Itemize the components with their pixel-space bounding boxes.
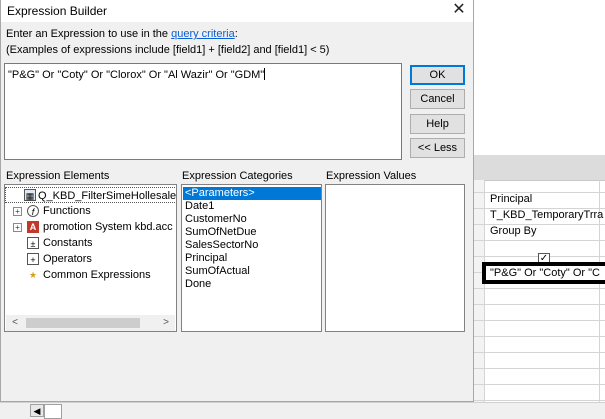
cancel-button[interactable]: Cancel [410,89,465,109]
close-icon[interactable]: ✕ [447,0,471,22]
dialog-title: Expression Builder [7,4,108,18]
category-item[interactable]: SumOfNetDue [185,226,257,239]
scroll-thumb[interactable] [44,404,62,419]
instruction-suffix: : [234,28,238,40]
constants-icon: ± [27,237,39,249]
category-item[interactable]: <Parameters> [183,187,321,200]
expression-values-list[interactable] [325,184,465,332]
category-item[interactable]: Date1 [185,200,214,213]
operators-icon: + [27,253,39,265]
tree-item-label: Functions [43,205,91,217]
tree-item-label: Constants [43,237,93,249]
elements-horizontal-scrollbar[interactable]: < > [6,315,175,331]
query-icon: ▦ [24,189,36,201]
expression-input[interactable]: "P&G" Or "Coty" Or "Clorox" Or "Al Wazir… [4,63,402,160]
category-item[interactable]: Principal [185,252,227,265]
tree-item-label: promotion System kbd.acc [43,221,173,233]
common-expressions-icon: ★ [28,270,38,280]
scroll-right-icon[interactable]: > [160,317,172,329]
less-button[interactable]: << Less [410,138,465,158]
scroll-left-icon[interactable]: ◀ [30,404,44,417]
ok-button[interactable]: OK [410,65,465,85]
expand-icon[interactable]: + [13,207,22,216]
text-caret [264,68,266,80]
tree-item-label: Operators [43,253,92,265]
expression-builder-dialog: Expression Builder ✕ Enter an Expression… [0,0,474,402]
examples-text: (Examples of expressions include [field1… [6,44,330,56]
expand-icon[interactable]: + [13,223,22,232]
expression-text: "P&G" Or "Coty" Or "Clorox" Or "Al Wazir… [8,69,265,81]
grid-total-cell[interactable]: Group By [490,225,536,237]
instruction-text: Enter an Expression to use in the query … [6,28,238,40]
category-item[interactable]: CustomerNo [185,213,247,226]
expression-categories-list[interactable]: <Parameters> Date1 CustomerNo SumOfNetDu… [181,184,322,332]
help-button[interactable]: Help [410,114,465,134]
category-item[interactable]: SalesSectorNo [185,239,258,252]
category-item[interactable]: SumOfActual [185,265,250,278]
expression-elements-tree[interactable]: ▦ Q_KBD_FilterSimeHollesale + f Function… [4,184,177,332]
tree-item-query[interactable]: ▦ Q_KBD_FilterSimeHollesale [5,187,177,203]
expression-values-label: Expression Values [326,170,417,182]
grid-field-cell[interactable]: Principal [490,193,532,205]
tree-item-label: Common Expressions [43,269,151,281]
grid-horizontal-scrollbar[interactable]: ◀ [0,402,605,419]
function-icon: f [27,205,39,217]
query-criteria-link[interactable]: query criteria [171,28,235,40]
table-pane-divider [474,155,605,181]
category-item[interactable]: Done [185,278,211,291]
dialog-titlebar: Expression Builder ✕ [1,0,473,22]
expression-categories-label: Expression Categories [182,170,293,182]
expression-elements-label: Expression Elements [6,170,110,182]
instruction-prefix: Enter an Expression to use in the [6,28,172,40]
database-icon: A [27,221,39,233]
tree-item-label: Q_KBD_FilterSimeHollesale [38,190,177,202]
grid-table-cell[interactable]: T_KBD_TemporaryTrra [490,209,603,221]
scroll-left-icon[interactable]: < [9,317,21,329]
grid-criteria-cell[interactable]: "P&G" Or "Coty" Or "C [482,262,605,284]
scroll-thumb[interactable] [26,318,140,328]
